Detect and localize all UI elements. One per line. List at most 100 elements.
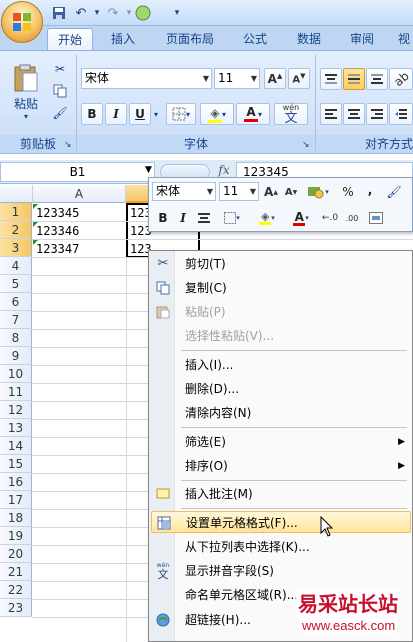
accounting-format-icon[interactable]: ▾ — [304, 183, 332, 201]
menu-item-insert-comment[interactable]: 插入批注(M) — [151, 483, 411, 505]
row-header-22[interactable]: 22 — [0, 581, 32, 599]
cell-a1[interactable]: 123345 — [33, 204, 126, 222]
row-header-14[interactable]: 14 — [0, 437, 32, 455]
menu-item-paste[interactable]: 粘贴(P) — [151, 301, 411, 323]
cell-a3[interactable]: 123347 — [33, 240, 126, 258]
mini-format-painter-icon[interactable]: 🖌 — [385, 183, 403, 201]
smiley-icon[interactable] — [134, 4, 152, 22]
menu-item-format-cells[interactable]: 设置单元格格式(F)... — [151, 511, 411, 533]
font-color-button[interactable]: A ▾ — [236, 103, 270, 125]
row-header-17[interactable]: 17 — [0, 491, 32, 509]
font-size-combo[interactable]: 11 ▼ — [214, 68, 260, 89]
tab-formulas[interactable]: 公式 — [232, 28, 278, 52]
font-name-combo[interactable]: 宋体 ▼ — [81, 68, 212, 89]
column-header-a[interactable]: A — [33, 185, 126, 203]
mini-italic-button[interactable]: I — [174, 209, 192, 227]
underline-dropdown-icon[interactable]: ▾ — [151, 103, 161, 125]
tab-page-layout[interactable]: 页面布局 — [155, 28, 225, 52]
merge-center-icon[interactable] — [367, 209, 385, 227]
menu-item-cut[interactable]: ✂ 剪切(T) — [151, 253, 411, 275]
decrease-decimal-icon[interactable]: .00 — [343, 209, 361, 227]
comma-button[interactable]: , — [361, 181, 379, 199]
mini-grow-font-icon[interactable]: A ▲ — [262, 183, 280, 201]
cut-icon[interactable]: ✂ — [50, 59, 70, 79]
align-right-icon[interactable] — [366, 103, 388, 125]
row-header-12[interactable]: 12 — [0, 401, 32, 419]
mini-bold-button[interactable]: B — [154, 209, 172, 227]
name-box-dropdown-icon[interactable]: ▼ — [145, 165, 152, 175]
format-painter-icon[interactable]: 🖌 — [50, 103, 70, 123]
tab-view[interactable]: 视 — [392, 28, 413, 52]
increase-decimal-icon[interactable]: ←.0 — [321, 209, 339, 227]
borders-button[interactable]: ▾ — [166, 103, 196, 125]
mini-font-color-icon[interactable]: A ▾ — [287, 209, 315, 227]
select-all-corner[interactable] — [0, 185, 33, 203]
menu-item-delete[interactable]: 删除(D)... — [151, 378, 411, 400]
tab-insert[interactable]: 插入 — [100, 28, 146, 52]
cell-a2[interactable]: 123346 — [33, 222, 126, 240]
row-header-15[interactable]: 15 — [0, 455, 32, 473]
tab-review[interactable]: 审阅 — [339, 28, 385, 52]
mini-center-icon[interactable] — [195, 209, 213, 227]
row-header-10[interactable]: 10 — [0, 365, 32, 383]
row-header-9[interactable]: 9 — [0, 347, 32, 365]
row-header-23[interactable]: 23 — [0, 599, 32, 617]
row-header-2[interactable]: 2 — [0, 221, 32, 239]
mini-borders-icon[interactable]: ▾ — [219, 209, 245, 227]
italic-button[interactable]: I — [105, 103, 127, 125]
bold-button[interactable]: B — [81, 103, 103, 125]
gridline — [32, 239, 413, 240]
row-header-19[interactable]: 19 — [0, 527, 32, 545]
decrease-indent-icon[interactable] — [389, 103, 413, 125]
tab-home[interactable]: 开始 — [47, 28, 93, 52]
menu-item-filter[interactable]: 筛选(E) ▶ — [151, 431, 411, 453]
row-header-7[interactable]: 7 — [0, 311, 32, 329]
save-icon[interactable] — [50, 4, 68, 22]
menu-item-paste-special[interactable]: 选择性粘贴(V)... — [151, 325, 411, 347]
paste-button[interactable]: 粘贴 ▾ — [6, 57, 46, 127]
align-middle-icon[interactable] — [343, 68, 365, 90]
grow-font-button[interactable]: A▲ — [264, 68, 286, 89]
paste-dropdown-icon: ▾ — [23, 112, 28, 121]
excel-window: ↶ ▾ ↷ ▾ ▾ 开始 插入 页面布局 公式 数据 审阅 视 粘贴 ▾ ✂ 🖌… — [0, 0, 413, 642]
mini-font-size-combo[interactable]: 11 ▼ — [219, 182, 259, 201]
row-header-18[interactable]: 18 — [0, 509, 32, 527]
pinyin-button[interactable]: wén 文 — [274, 103, 308, 125]
percent-button[interactable]: % — [339, 183, 357, 201]
underline-button[interactable]: U — [129, 103, 151, 125]
row-header-6[interactable]: 6 — [0, 293, 32, 311]
menu-item-pick-from-list[interactable]: 从下拉列表中选择(K)... — [151, 536, 411, 558]
menu-item-copy[interactable]: 复制(C) — [151, 277, 411, 299]
font-launcher-icon[interactable]: ↘ — [302, 140, 310, 150]
row-header-8[interactable]: 8 — [0, 329, 32, 347]
orientation-icon[interactable]: ab — [389, 68, 413, 90]
menu-item-sort[interactable]: 排序(O) ▶ — [151, 455, 411, 477]
shrink-font-button[interactable]: A▼ — [288, 68, 310, 89]
row-header-11[interactable]: 11 — [0, 383, 32, 401]
row-header-5[interactable]: 5 — [0, 275, 32, 293]
name-box[interactable]: B1 — [0, 162, 155, 182]
fill-color-button[interactable]: ◈ ▾ — [200, 103, 234, 125]
align-left-icon[interactable] — [320, 103, 342, 125]
align-bottom-icon[interactable] — [366, 68, 388, 90]
copy-icon[interactable] — [50, 81, 70, 101]
tab-data[interactable]: 数据 — [286, 28, 332, 52]
mini-font-name-combo[interactable]: 宋体 ▼ — [152, 182, 216, 201]
menu-item-clear-contents[interactable]: 清除内容(N) — [151, 402, 411, 424]
align-top-icon[interactable] — [320, 68, 342, 90]
row-header-21[interactable]: 21 — [0, 563, 32, 581]
align-center-icon[interactable] — [343, 103, 365, 125]
mini-fill-color-icon[interactable]: ◈ ▾ — [253, 209, 281, 227]
office-button[interactable] — [1, 1, 43, 43]
customize-quick-access-icon[interactable]: ▾ — [168, 4, 186, 22]
row-header-4[interactable]: 4 — [0, 257, 32, 275]
row-header-13[interactable]: 13 — [0, 419, 32, 437]
menu-item-insert[interactable]: 插入(I)... — [151, 354, 411, 376]
row-header-3[interactable]: 3 — [0, 239, 32, 257]
row-header-1[interactable]: 1 — [0, 203, 32, 221]
mini-shrink-font-icon[interactable]: A ▼ — [282, 183, 300, 201]
menu-item-show-pinyin[interactable]: wén 文 显示拼音字段(S) — [151, 560, 411, 582]
row-header-20[interactable]: 20 — [0, 545, 32, 563]
row-header-16[interactable]: 16 — [0, 473, 32, 491]
clipboard-launcher-icon[interactable]: ↘ — [64, 140, 72, 150]
